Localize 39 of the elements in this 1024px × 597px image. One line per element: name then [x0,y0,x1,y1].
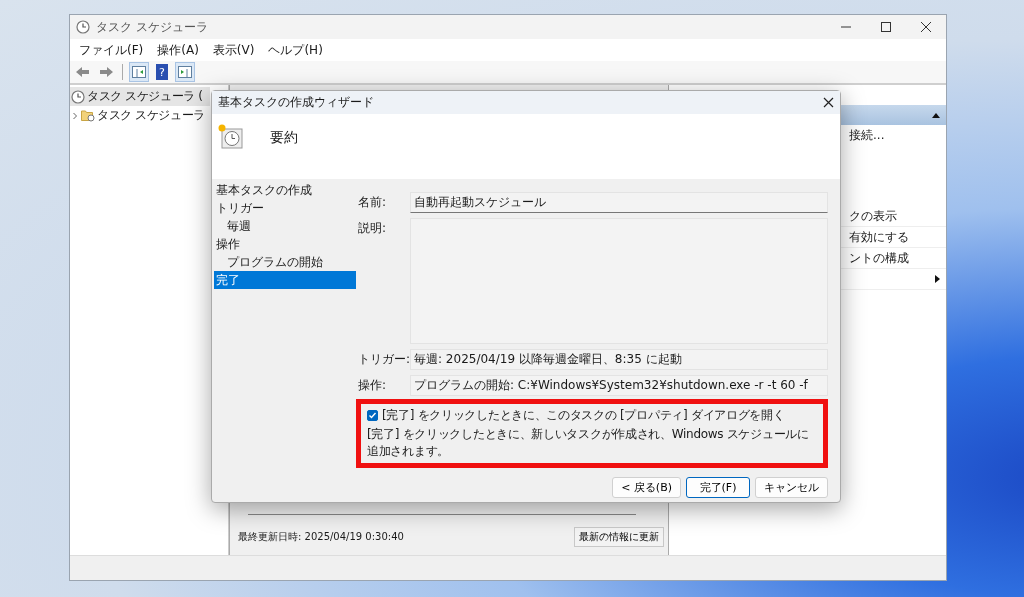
folder-clock-icon [81,109,95,122]
submenu-arrow-icon[interactable] [935,275,940,283]
field-label: 名前: [358,194,388,211]
info-text: [完了] をクリックしたときに、新しいタスクが作成され、Windows スケジュールに追加されます。 [367,426,810,460]
summary-field[interactable]: 自動再起動スケジュール [410,192,828,213]
checkbox-label[interactable]: [完了] をクリックしたときに、このタスクの [プロパティ] ダイアログを開く [382,407,785,424]
wizard-step: 基本タスクの作成 [214,181,356,199]
refresh-button[interactable]: 最新の情報に更新 [574,527,664,547]
collapse-arrow-icon[interactable] [932,112,940,118]
console-tree-toggle-button[interactable] [129,62,149,82]
close-icon[interactable] [823,97,834,108]
checkbox[interactable] [367,410,378,421]
field-label: 説明: [358,220,388,237]
summary-field[interactable]: 毎週: 2025/04/19 以降毎週金曜日、8:35 に起動 [410,349,828,370]
field-label: 操作: [358,377,388,394]
menu-item[interactable]: 操作(A) [157,39,199,61]
page-heading: 要約 [270,129,298,147]
scheduled-clock-icon [218,124,244,150]
menu-item[interactable]: 表示(V) [212,39,255,61]
tree-item[interactable]: タスク スケジューラ [70,106,210,125]
dialog-button[interactable]: 完了(F) [686,477,750,498]
tree-item[interactable]: タスク スケジューラ ( [70,87,210,106]
window-title: タスク スケジューラ [96,18,209,36]
summary-field[interactable]: プログラムの開始: C:¥Windows¥System32¥shutdown.exe -r -t 60 -f [410,375,828,396]
wizard-step: 操作 [214,235,356,253]
action-pane-toggle-button[interactable] [175,62,195,82]
dialog-button[interactable]: キャンセル [755,477,828,498]
last-updated-text: 最終更新日時: 2025/04/19 0:30:40 [238,530,404,544]
wizard-step: 毎週 [214,217,356,235]
wizard-step: プログラムの開始 [214,253,356,271]
dialog-button[interactable]: < 戻る(B) [612,477,681,498]
wizard-step: トリガー [214,199,356,217]
clock-icon [76,20,90,34]
menu-item[interactable]: ヘルプ(H) [268,39,323,61]
dialog-title: 基本タスクの作成ウィザード [218,94,374,111]
field-label: トリガー: [358,351,410,368]
menu-item[interactable]: ファイル(F) [79,39,144,61]
wizard-step: 完了 [214,271,356,289]
chevron-right-icon[interactable] [71,111,79,120]
